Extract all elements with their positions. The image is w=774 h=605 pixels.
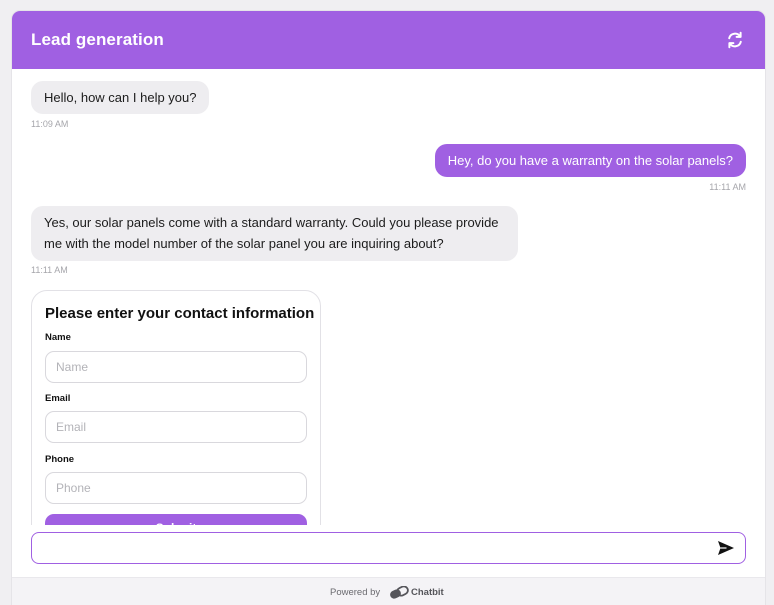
phone-label: Phone (45, 454, 75, 465)
message-input[interactable] (31, 532, 746, 564)
email-label: Email (45, 393, 71, 404)
bot-message: Yes, our solar panels come with a standa… (31, 206, 518, 261)
brand-name[interactable]: Chatbit (411, 587, 444, 598)
message-timestamp: 11:11 AM (709, 182, 746, 192)
refresh-button[interactable] (725, 30, 745, 50)
contact-form: Please enter your contact information Na… (31, 290, 321, 560)
form-title: Please enter your contact information (45, 305, 315, 322)
powered-by-label: Powered by (330, 587, 381, 598)
name-input[interactable] (45, 351, 307, 383)
chat-header: Lead generation (12, 11, 765, 69)
user-message: Hey, do you have a warranty on the solar… (434, 144, 746, 177)
send-icon (718, 541, 734, 555)
message-timestamp: 11:11 AM (31, 265, 68, 275)
chat-title: Lead generation (31, 30, 164, 49)
footer: Powered by Chatbit (12, 577, 765, 605)
refresh-icon (728, 31, 742, 49)
chatbit-logo-icon (390, 586, 409, 599)
name-label: Name (45, 332, 71, 343)
chat-widget: Lead generation Hello, how can I help yo… (12, 11, 765, 605)
message-timestamp: 11:09 AM (31, 119, 69, 129)
bot-message: Hello, how can I help you? (31, 81, 210, 114)
send-button[interactable] (717, 540, 735, 556)
email-input[interactable] (45, 411, 307, 443)
phone-input[interactable] (45, 472, 307, 504)
